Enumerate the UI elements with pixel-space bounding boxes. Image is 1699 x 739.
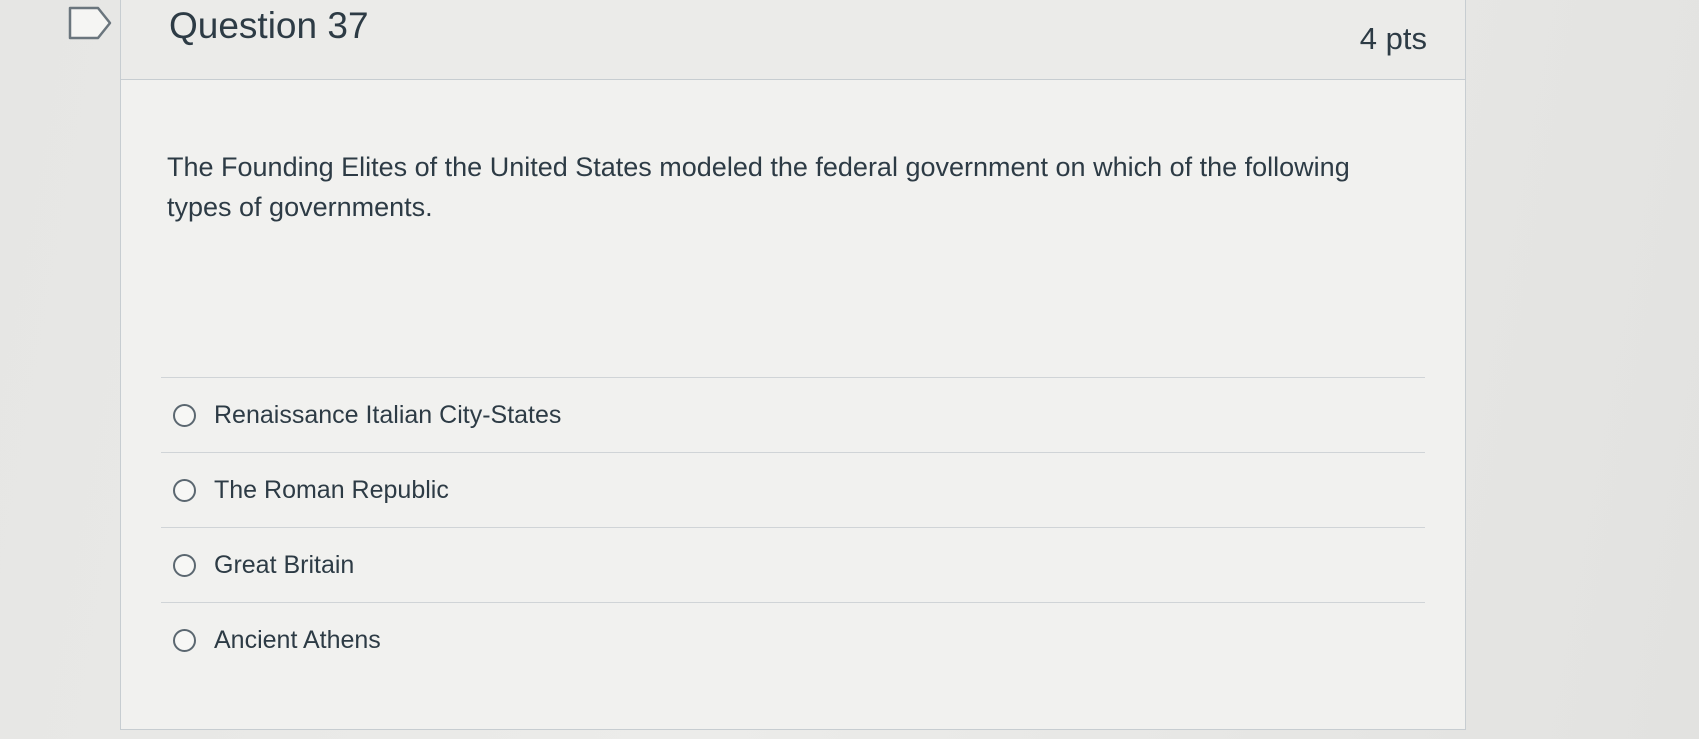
- question-text: The Founding Elites of the United States…: [167, 152, 1350, 222]
- radio-button[interactable]: [173, 403, 196, 427]
- answer-label: Renaissance Italian City-States: [214, 400, 562, 429]
- question-points: 4 pts: [1359, 21, 1427, 56]
- answer-label: Ancient Athens: [214, 625, 381, 654]
- answer-label: The Roman Republic: [214, 475, 449, 504]
- answer-option[interactable]: Ancient Athens: [161, 603, 1425, 677]
- answer-label: Great Britain: [214, 550, 355, 579]
- radio-button[interactable]: [173, 553, 196, 577]
- answer-option[interactable]: The Roman Republic: [161, 453, 1425, 528]
- answer-option[interactable]: Great Britain: [161, 528, 1425, 603]
- answer-list: Renaissance Italian City-States The Roma…: [161, 377, 1425, 677]
- radio-button[interactable]: [173, 628, 196, 652]
- question-card: Question 37 4 pts The Founding Elites of…: [120, 0, 1466, 730]
- bookmark-flag-icon[interactable]: [68, 6, 112, 40]
- radio-button[interactable]: [173, 478, 196, 502]
- answer-option[interactable]: Renaissance Italian City-States: [161, 378, 1425, 453]
- question-title: Question 37: [169, 5, 369, 46]
- question-header: Question 37 4 pts: [121, 0, 1465, 80]
